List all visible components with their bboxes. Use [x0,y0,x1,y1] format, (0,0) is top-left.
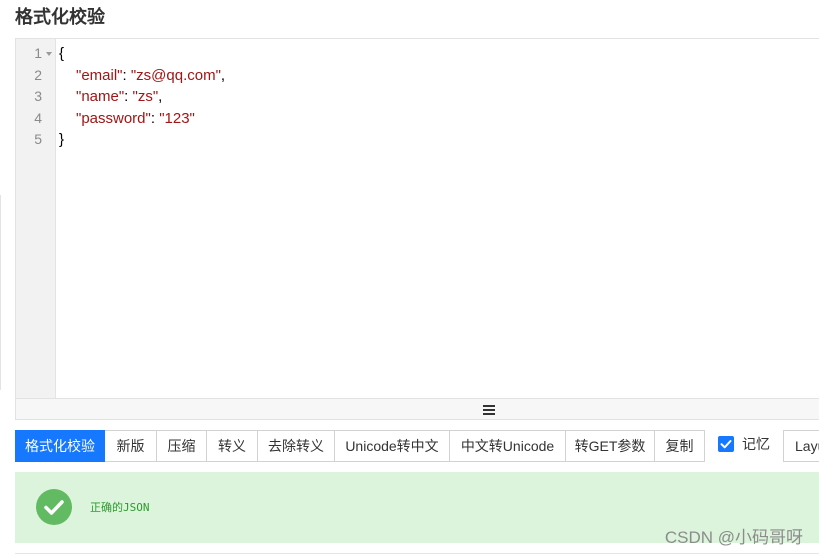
unescape-button[interactable]: 去除转义 [258,430,335,462]
json-value: "123" [159,109,195,127]
code-line: "password": "123" [56,108,819,130]
line-number-text: 1 [34,45,42,61]
remember-label: 记忆 [742,436,770,452]
watermark: CSDN @小码哥呀 [664,528,803,547]
editor-resize-handle[interactable] [16,398,819,419]
json-brace: } [59,131,65,148]
check-circle-icon [36,489,72,525]
json-colon: : [150,109,160,127]
line-number: 3 [34,88,42,104]
result-message: 正确的JSON [90,501,150,514]
json-comma: , [158,88,163,105]
line-number: 4 [34,109,42,126]
checkbox[interactable] [718,436,734,452]
json-value: "zs@qq.com" [130,66,221,84]
json-editor: 1 2 3 4 5 { "email": "zs@qq.com", "name"… [15,38,819,420]
left-edge-line [0,195,1,390]
json-key: "name" [76,88,125,105]
line-number: 5 [34,131,42,147]
fold-arrow-icon[interactable] [46,52,52,56]
escape-button[interactable]: 转义 [207,430,258,462]
json-value: "zs" [132,88,159,105]
page-title: 格式化校验 [15,7,105,27]
format-validate-button[interactable]: 格式化校验 [15,430,105,462]
json-colon: : [124,88,133,105]
json-key: "email" [76,66,123,84]
unicode-to-chinese-button[interactable]: Unicode转中文 [335,430,450,462]
json-key: "password" [76,109,151,127]
chinese-to-unicode-button[interactable]: 中文转Unicode [450,430,566,462]
json-colon: : [122,66,131,84]
compress-button[interactable]: 压缩 [157,430,207,462]
copy-button[interactable]: 复制 [655,430,705,462]
toolbar: 格式化校验 新版 压缩 转义 去除转义 Unicode转中文 中文转Unicod… [15,430,705,462]
code-area[interactable]: { "email": "zs@qq.com", "name": "zs", "p… [56,39,819,398]
json-brace: { [59,45,65,62]
code-line: "name": "zs", [56,86,819,108]
to-get-params-button[interactable]: 转GET参数 [566,430,655,462]
code-line: "email": "zs@qq.com", [56,65,819,87]
line-number: 1 [16,43,55,65]
layout-button[interactable]: Layu [783,430,819,462]
line-number: 2 [34,66,42,83]
json-comma: , [220,66,226,84]
editor-gutter: 1 2 3 4 5 [16,39,56,398]
code-line: } [56,129,819,151]
bottom-divider [15,553,819,554]
hamburger-icon [483,405,495,415]
checkbox-check-icon [720,440,732,449]
new-version-button[interactable]: 新版 [105,430,157,462]
remember-checkbox[interactable]: 记忆 [718,432,770,456]
code-line: { [56,43,819,65]
